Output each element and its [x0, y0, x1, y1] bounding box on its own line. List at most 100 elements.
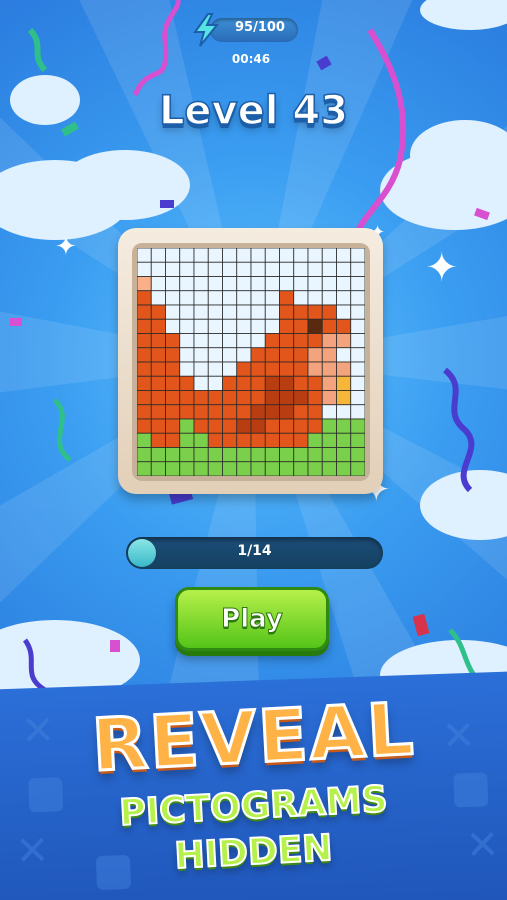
grid-cell[interactable]: [293, 447, 309, 463]
grid-cell[interactable]: [165, 290, 181, 306]
grid-cell[interactable]: [137, 375, 152, 391]
grid-cell[interactable]: [279, 375, 295, 391]
grid-cell[interactable]: [293, 375, 309, 391]
grid-cell[interactable]: [207, 418, 223, 434]
grid-cell[interactable]: [222, 304, 238, 320]
grid-cell[interactable]: [250, 276, 266, 292]
grid-cell[interactable]: [222, 404, 238, 420]
grid-cell[interactable]: [207, 318, 223, 334]
grid-cell[interactable]: [264, 447, 280, 463]
grid-cell[interactable]: [279, 447, 295, 463]
grid-cell[interactable]: [137, 333, 152, 349]
grid-cell[interactable]: [236, 304, 252, 320]
grid-cell[interactable]: [222, 447, 238, 463]
grid-cell[interactable]: [307, 261, 323, 277]
grid-cell[interactable]: [165, 375, 181, 391]
grid-cell[interactable]: [236, 418, 252, 434]
grid-cell[interactable]: [222, 461, 238, 476]
energy-meter[interactable]: 95/100: [193, 13, 300, 47]
grid-cell[interactable]: [207, 404, 223, 420]
grid-cell[interactable]: [165, 404, 181, 420]
grid-cell[interactable]: [250, 461, 266, 476]
grid-cell[interactable]: [336, 447, 352, 463]
grid-cell[interactable]: [222, 390, 238, 406]
grid-cell[interactable]: [222, 276, 238, 292]
grid-cell[interactable]: [350, 447, 365, 463]
grid-cell[interactable]: [179, 361, 195, 377]
grid-cell[interactable]: [250, 390, 266, 406]
grid-cell[interactable]: [165, 447, 181, 463]
grid-cell[interactable]: [193, 375, 209, 391]
grid-cell[interactable]: [264, 390, 280, 406]
grid-cell[interactable]: [264, 248, 280, 263]
grid-cell[interactable]: [193, 390, 209, 406]
grid-cell[interactable]: [350, 347, 365, 363]
grid-cell[interactable]: [165, 461, 181, 476]
grid-cell[interactable]: [279, 333, 295, 349]
grid-cell[interactable]: [137, 432, 152, 448]
grid-cell[interactable]: [250, 347, 266, 363]
grid-cell[interactable]: [165, 333, 181, 349]
grid-cell[interactable]: [264, 432, 280, 448]
grid-cell[interactable]: [179, 404, 195, 420]
grid-cell[interactable]: [150, 361, 166, 377]
grid-cell[interactable]: [336, 333, 352, 349]
grid-cell[interactable]: [137, 318, 152, 334]
grid-cell[interactable]: [179, 304, 195, 320]
grid-cell[interactable]: [336, 276, 352, 292]
grid-cell[interactable]: [279, 418, 295, 434]
grid-cell[interactable]: [236, 333, 252, 349]
grid-cell[interactable]: [165, 276, 181, 292]
grid-cell[interactable]: [250, 418, 266, 434]
grid-cell[interactable]: [137, 418, 152, 434]
grid-cell[interactable]: [207, 290, 223, 306]
grid-cell[interactable]: [279, 347, 295, 363]
grid-cell[interactable]: [264, 418, 280, 434]
grid-cell[interactable]: [236, 261, 252, 277]
grid-cell[interactable]: [165, 390, 181, 406]
grid-cell[interactable]: [336, 432, 352, 448]
grid-cell[interactable]: [193, 347, 209, 363]
grid-cell[interactable]: [179, 290, 195, 306]
grid-cell[interactable]: [150, 248, 166, 263]
grid-cell[interactable]: [193, 361, 209, 377]
grid-cell[interactable]: [293, 333, 309, 349]
grid-cell[interactable]: [193, 447, 209, 463]
grid-cell[interactable]: [264, 304, 280, 320]
grid-cell[interactable]: [193, 432, 209, 448]
grid-cell[interactable]: [137, 404, 152, 420]
grid-cell[interactable]: [350, 404, 365, 420]
grid-cell[interactable]: [321, 248, 337, 263]
grid-cell[interactable]: [293, 304, 309, 320]
grid-cell[interactable]: [279, 318, 295, 334]
grid-cell[interactable]: [150, 290, 166, 306]
grid-cell[interactable]: [336, 318, 352, 334]
grid-cell[interactable]: [321, 333, 337, 349]
grid-cell[interactable]: [321, 404, 337, 420]
grid-cell[interactable]: [321, 304, 337, 320]
grid-cell[interactable]: [350, 276, 365, 292]
grid-cell[interactable]: [293, 361, 309, 377]
grid-cell[interactable]: [350, 390, 365, 406]
grid-cell[interactable]: [250, 361, 266, 377]
grid-cell[interactable]: [293, 404, 309, 420]
grid-cell[interactable]: [307, 461, 323, 476]
grid-cell[interactable]: [250, 447, 266, 463]
grid-cell[interactable]: [150, 347, 166, 363]
grid-cell[interactable]: [179, 333, 195, 349]
grid-cell[interactable]: [250, 404, 266, 420]
grid-cell[interactable]: [307, 276, 323, 292]
grid-cell[interactable]: [222, 318, 238, 334]
grid-cell[interactable]: [350, 248, 365, 263]
grid-cell[interactable]: [279, 361, 295, 377]
grid-cell[interactable]: [250, 261, 266, 277]
grid-cell[interactable]: [150, 432, 166, 448]
grid-cell[interactable]: [165, 361, 181, 377]
grid-cell[interactable]: [193, 318, 209, 334]
grid-cell[interactable]: [207, 461, 223, 476]
grid-cell[interactable]: [293, 318, 309, 334]
grid-cell[interactable]: [336, 418, 352, 434]
grid-cell[interactable]: [336, 304, 352, 320]
grid-cell[interactable]: [293, 461, 309, 476]
grid-cell[interactable]: [137, 347, 152, 363]
